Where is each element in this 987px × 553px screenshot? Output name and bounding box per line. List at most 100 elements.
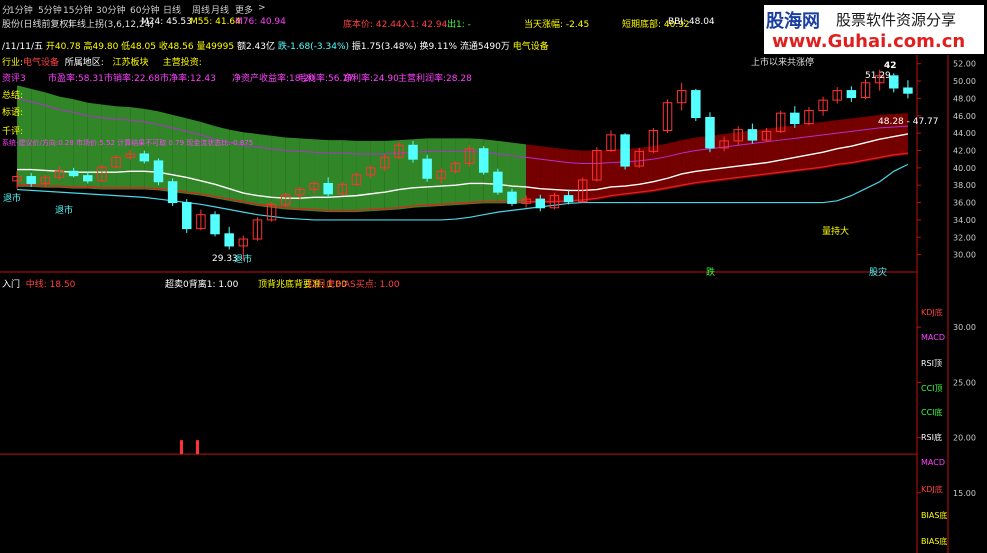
- info-amount: 额2.43亿: [236, 42, 276, 52]
- sub-red-bias: 红月虎BIAS买点: 1.00: [308, 280, 400, 290]
- trend-cloud-37: [540, 146, 555, 204]
- logo-brand: 股海网: [766, 11, 820, 32]
- candle-body-9: [139, 153, 150, 162]
- period-tab-5[interactable]: 60分钟: [130, 3, 159, 16]
- sub-tick-label-3: 30.00: [953, 323, 976, 332]
- candle-body-35: [507, 191, 517, 204]
- info-bar: /11/11/五 开40.78 高49.80 低48.05 收48.56 量49…: [2, 39, 549, 52]
- sub-title: 入门: [2, 280, 21, 290]
- main-tick-label-8: 46.00: [953, 112, 976, 121]
- candle-body-15: [224, 233, 234, 247]
- sub-spike-0: [180, 440, 183, 455]
- period-tab-6[interactable]: 日线: [163, 3, 181, 16]
- sub-mid-line: 中线: 18.50: [25, 280, 76, 290]
- main-tick-label-4: 38.00: [953, 181, 976, 190]
- main-tick-label-11: 52.00: [953, 60, 976, 69]
- candle-body-14: [210, 214, 220, 235]
- main-tick-label-0: 30.00: [953, 251, 976, 260]
- trend-cloud-12: [186, 118, 201, 196]
- trend-cloud-26: [384, 140, 399, 211]
- business-label: 主营投资:: [162, 58, 202, 68]
- info-close: 收48.56: [158, 42, 194, 52]
- trend-cloud-21: [314, 139, 329, 213]
- main-tick-label-2: 34.00: [953, 216, 976, 225]
- sub-right-label-9: BIAS底: [921, 537, 948, 546]
- candle-body-11: [167, 181, 178, 204]
- main-tick-label-9: 48.00: [953, 94, 976, 103]
- main-tick-label-6: 42.00: [953, 146, 976, 155]
- sub-right-label-3: CCI顶: [921, 384, 943, 393]
- candle-body-28: [408, 144, 418, 160]
- more-arrow-icon[interactable]: >: [258, 3, 266, 13]
- candle-body-34: [493, 171, 503, 193]
- sub-right-label-0: KDJ底: [921, 308, 943, 317]
- trend-cloud-50: [724, 132, 739, 181]
- trend-cloud-46: [667, 140, 682, 190]
- trend-cloud-55: [794, 123, 809, 173]
- left-label-2: 标语:: [2, 108, 24, 118]
- candle-body-1: [26, 176, 36, 184]
- trend-cloud-39: [568, 149, 583, 203]
- trend-cloud-36: [526, 144, 541, 204]
- trend-cloud-44: [639, 146, 654, 194]
- info-date: /11/11/五: [2, 42, 44, 52]
- candle-body-22: [323, 182, 333, 195]
- period-tab-2[interactable]: 5分钟: [38, 3, 62, 16]
- trend-cloud-45: [653, 143, 668, 193]
- trend-cloud-57: [823, 120, 838, 169]
- main-tick-label-3: 36.00: [953, 199, 976, 208]
- candle-body-59: [846, 90, 857, 99]
- period-tab-3[interactable]: 15分钟: [63, 3, 92, 16]
- candle-body-33: [478, 148, 489, 173]
- trend-cloud-13: [200, 121, 216, 199]
- sub-right-label-1: MACD: [921, 333, 945, 342]
- sub-right-label-8: BIAS底: [921, 511, 948, 520]
- left-label-3: 千评:: [2, 127, 24, 137]
- system-advice: 系统-建议价/方向:0.28 市场价:5.52 计算结果不可取 0.79 现金流…: [2, 139, 254, 147]
- bottom-mark: 跌: [706, 268, 716, 278]
- ratio-6: 主营利润率:28.28: [398, 74, 472, 84]
- candle-body-5: [83, 175, 93, 182]
- ratio-row: 资评3: [2, 71, 26, 84]
- trend-cloud-58: [837, 118, 852, 167]
- bbi-value: BBI: 48.04: [668, 17, 715, 27]
- candle-body-29: [422, 158, 432, 179]
- bottom-price: 底本价: 42.44: [343, 20, 402, 30]
- candle-body-39: [563, 195, 574, 203]
- high-label: 51.29: [865, 71, 891, 81]
- period-tab-9[interactable]: 更多: [235, 3, 253, 16]
- ratio-5: 净利率:24.90: [343, 74, 399, 84]
- logo-url: www.Guhai.com.cn: [772, 31, 966, 52]
- candle-body-48: [691, 90, 701, 118]
- detail-row: 行业:电气设备 所属地区: 江苏板块 主营投资:: [2, 55, 202, 68]
- sub-tick-label-2: 25.00: [953, 378, 976, 387]
- price-box-label: 48.28 - 47.77: [878, 117, 939, 127]
- info-volume: 量49995: [196, 42, 235, 52]
- candle-body-10: [153, 160, 164, 183]
- trend-cloud-19: [285, 137, 300, 211]
- ratio-1: 市销率:22.68: [104, 74, 160, 84]
- main-tick-label-10: 50.00: [953, 77, 976, 86]
- info-amplitude: 振1.75(3.48%): [351, 42, 417, 52]
- trend-cloud-53: [766, 127, 781, 176]
- trend-cloud-38: [554, 147, 569, 204]
- left-label-1: 总结:: [2, 91, 24, 101]
- trend-cloud-54: [780, 125, 795, 174]
- sell-label-1: 退市: [55, 206, 74, 216]
- period-tab-8[interactable]: 月线: [211, 3, 229, 16]
- period-tab-4[interactable]: 30分钟: [96, 3, 125, 16]
- region-value: 江苏板块: [112, 58, 149, 68]
- ratio-0: 市盈率:58.31: [48, 74, 104, 84]
- sub-right-label-6: MACD: [921, 458, 945, 467]
- period-tab-7[interactable]: 周线: [192, 3, 210, 16]
- sub-tick-label-0: 15.00: [953, 489, 976, 498]
- period-tab-1[interactable]: 1分钟: [9, 3, 33, 16]
- sub-spike-1: [196, 440, 199, 455]
- trend-cloud-47: [681, 137, 696, 187]
- listing-note: 上市以来共涨停: [751, 58, 815, 68]
- region-label: 所属地区:: [64, 58, 104, 68]
- candle-body-52: [747, 129, 758, 141]
- sub-header: 入门 中线: 18.50: [2, 277, 75, 290]
- sub-right-label-4: CCI底: [921, 408, 943, 417]
- trend-cloud-8: [130, 107, 145, 190]
